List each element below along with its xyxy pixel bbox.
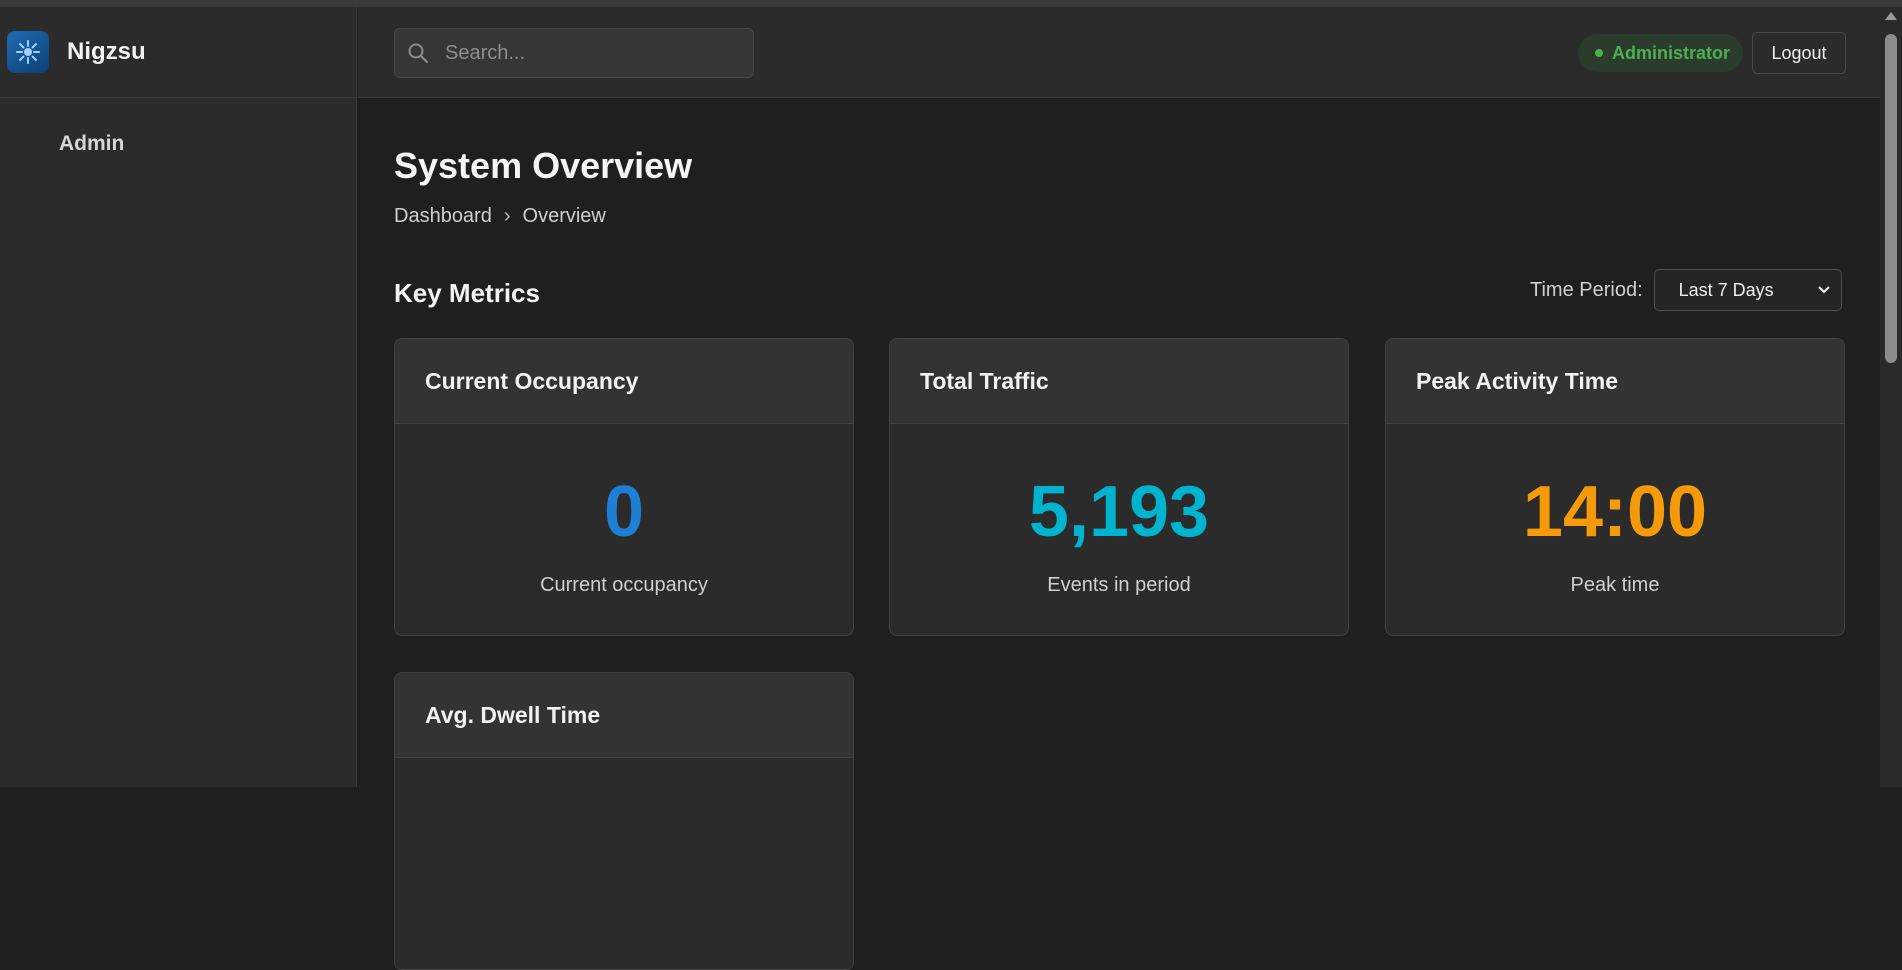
metric-card-title: Current Occupancy — [395, 339, 853, 424]
metric-card-total-traffic: Total Traffic 5,193 Events in period — [889, 338, 1349, 636]
time-period-select[interactable]: Last 7 Days — [1653, 269, 1842, 311]
sidebar-item-admin[interactable]: Admin — [0, 132, 356, 156]
brand[interactable]: Nigzsu — [0, 7, 356, 98]
time-period-control: Time Period: Last 7 Days — [1530, 269, 1842, 311]
metric-card-peak-activity-time: Peak Activity Time 14:00 Peak time — [1385, 338, 1845, 636]
role-badge: Administrator — [1578, 34, 1744, 72]
metric-card-caption: Current occupancy — [540, 574, 708, 596]
app-name: Nigzsu — [67, 38, 146, 65]
metric-card-title: Total Traffic — [890, 339, 1348, 424]
scroll-up-arrow-icon[interactable] — [1885, 12, 1897, 20]
metric-card-caption: Events in period — [1047, 574, 1191, 596]
metric-card-avg-dwell-time: Avg. Dwell Time — [394, 672, 854, 970]
time-period-value: Last 7 Days — [1678, 279, 1774, 300]
search-box[interactable] — [394, 28, 754, 78]
metric-card-value: 14:00 — [1522, 472, 1708, 552]
search-icon — [408, 43, 428, 63]
metric-card-value: 5,193 — [1028, 472, 1210, 552]
status-dot-icon — [1595, 49, 1603, 57]
main-content: Administrator Logout System Overview Das… — [358, 7, 1880, 970]
role-badge-label: Administrator — [1612, 42, 1731, 63]
breadcrumb-overview: Overview — [522, 205, 606, 227]
chevron-down-icon — [1817, 286, 1830, 294]
top-bar: Administrator Logout — [358, 7, 1880, 98]
breadcrumb-dashboard[interactable]: Dashboard — [394, 205, 492, 228]
app-logo-icon — [7, 31, 49, 73]
scrollbar-thumb[interactable] — [1885, 34, 1897, 363]
metric-card-value: 0 — [603, 472, 645, 552]
time-period-label: Time Period: — [1530, 278, 1643, 301]
search-input[interactable] — [445, 41, 735, 65]
metric-card-title: Peak Activity Time — [1386, 339, 1844, 424]
vertical-scrollbar[interactable] — [1880, 7, 1902, 787]
sidebar: Nigzsu Admin — [0, 7, 357, 787]
breadcrumb: Dashboard › Overview — [394, 205, 606, 228]
metric-card-current-occupancy: Current Occupancy 0 Current occupancy — [394, 338, 854, 636]
logout-button[interactable]: Logout — [1752, 32, 1846, 74]
metric-card-title: Avg. Dwell Time — [395, 673, 853, 758]
window-top-strip — [0, 0, 1902, 7]
page-title: System Overview — [394, 145, 693, 186]
breadcrumb-separator-icon: › — [503, 205, 511, 227]
section-title-key-metrics: Key Metrics — [394, 278, 540, 308]
metric-card-caption: Peak time — [1570, 574, 1660, 596]
